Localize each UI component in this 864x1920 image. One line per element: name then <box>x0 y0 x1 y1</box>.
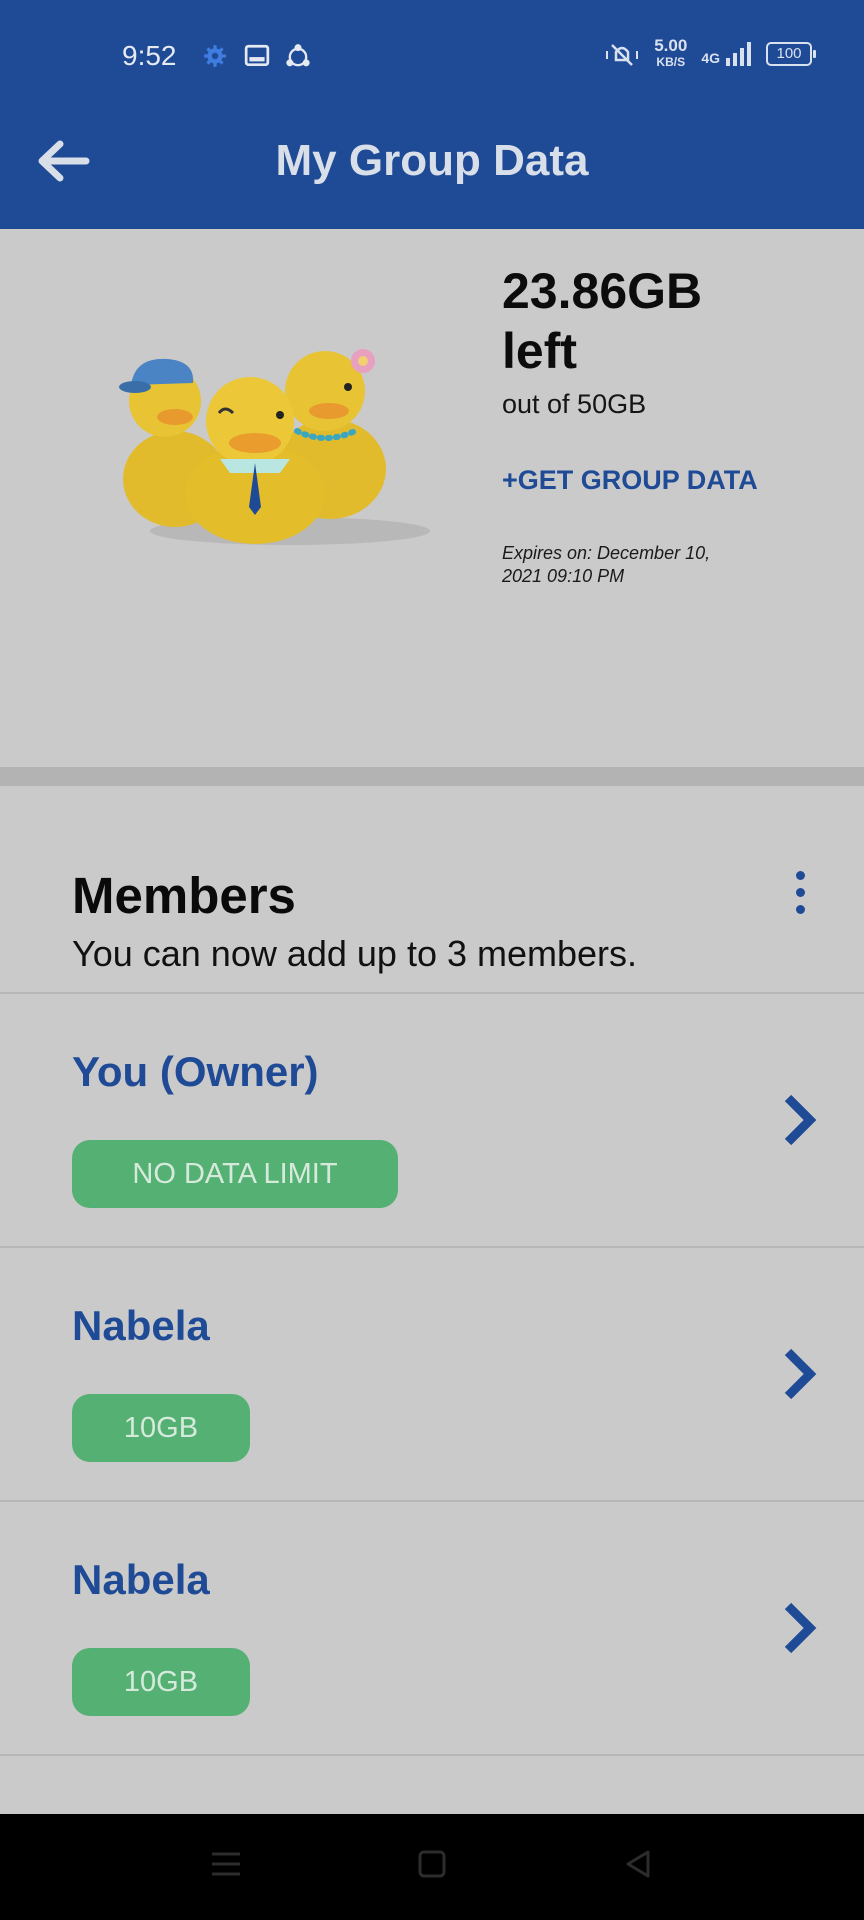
member-name: Nabela <box>72 1556 210 1603</box>
divider <box>0 1754 864 1756</box>
more-vertical-icon[interactable] <box>786 871 814 923</box>
data-limit-badge: 10GB <box>72 1394 250 1462</box>
expiry-date: Expires on: December 10, 2021 09:10 PM <box>502 543 711 586</box>
get-group-data-link[interactable]: +GET GROUP DATA <box>502 465 758 496</box>
back-triangle-icon[interactable] <box>622 1848 654 1880</box>
status-time: 9:52 <box>122 40 177 71</box>
chevron-right-icon[interactable] <box>782 1346 818 1402</box>
signal-icon <box>726 42 751 66</box>
net-speed: 5.00 KB/S <box>654 36 688 69</box>
status-right: 5.00 KB/S 4G 100 <box>604 36 816 70</box>
member-row[interactable]: You (Owner) NO DATA LIMIT <box>0 994 864 1244</box>
data-remaining: 23.86GB left <box>502 263 703 379</box>
chevron-right-icon[interactable] <box>782 1092 818 1148</box>
section-divider <box>0 767 864 786</box>
vibrate-icon <box>606 44 639 66</box>
share-icon <box>286 44 310 67</box>
header: 9:52 5.00 KB/S 4G 100 My Group Data <box>0 0 864 229</box>
chevron-right-icon[interactable] <box>782 1600 818 1656</box>
ducks-illustration <box>119 349 430 545</box>
menu-icon[interactable] <box>210 1848 242 1880</box>
data-limit-badge: NO DATA LIMIT <box>72 1140 398 1208</box>
members-subtitle: You can now add up to 3 members. <box>72 933 638 974</box>
data-total: out of 50GB <box>502 389 647 419</box>
home-square-icon[interactable] <box>416 1848 448 1880</box>
member-row[interactable]: Nabela 10GB <box>0 1502 864 1752</box>
data-summary-card: 23.86GB left out of 50GB +GET GROUP DATA… <box>0 229 864 767</box>
signal-group: 4G <box>701 42 752 66</box>
status-bar: 9:52 5.00 KB/S 4G 100 <box>0 0 864 110</box>
member-row[interactable]: Nabela 10GB <box>0 1248 864 1498</box>
data-limit-badge: 10GB <box>72 1648 250 1716</box>
gallery-icon <box>244 44 270 67</box>
member-name: Nabela <box>72 1302 210 1349</box>
battery-indicator: 100 <box>766 42 816 66</box>
members-section: Members You can now add up to 3 members.… <box>0 786 864 1814</box>
gear-icon <box>204 45 226 67</box>
member-name: You (Owner) <box>72 1048 319 1095</box>
page-title: My Group Data <box>275 136 589 185</box>
app-bar: My Group Data <box>0 110 864 229</box>
system-nav-bar <box>0 1814 864 1920</box>
members-title: Members <box>72 867 296 924</box>
